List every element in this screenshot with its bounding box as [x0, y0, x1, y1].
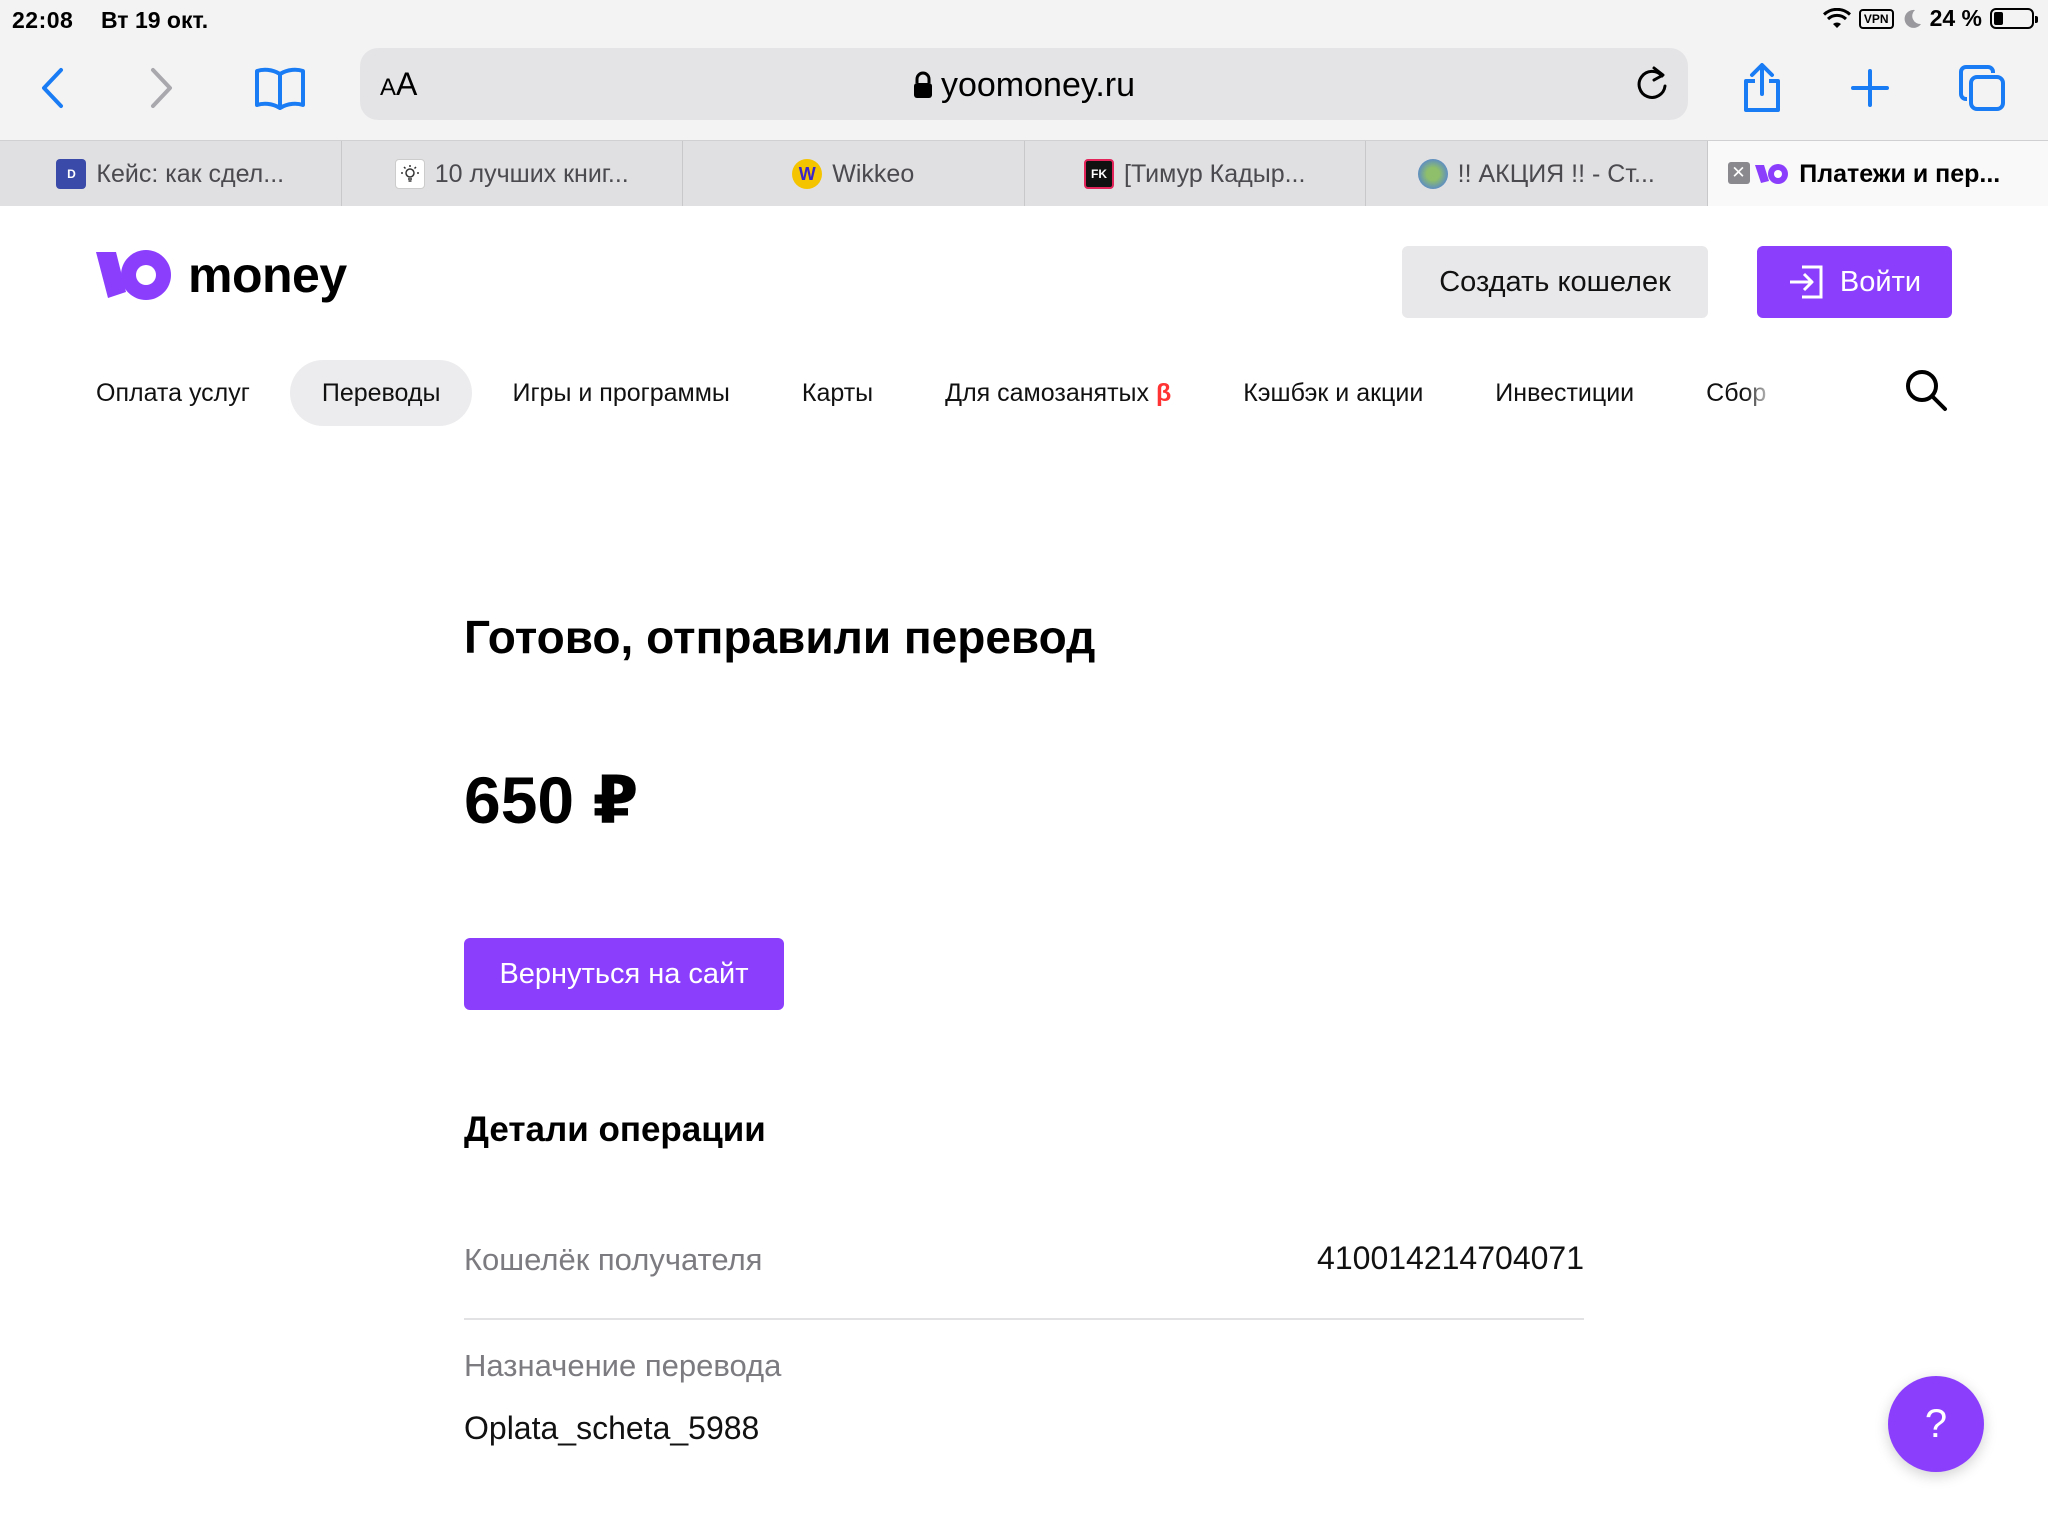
create-wallet-button[interactable]: Создать кошелек [1402, 246, 1708, 318]
detail-value: 410014214704071 [1317, 1240, 1584, 1276]
bookmarks-book-icon[interactable] [248, 56, 312, 120]
browser-tab-active[interactable]: ✕ Платежи и пер... [1707, 141, 2048, 207]
reload-icon[interactable] [1634, 64, 1670, 107]
status-indicators: VPN 24 % [1822, 5, 2038, 32]
logo-text: money [188, 247, 347, 303]
close-tab-icon[interactable]: ✕ [1727, 162, 1750, 184]
nav-item-games[interactable]: Игры и программы [512, 360, 729, 426]
tab-label: Wikkeo [832, 159, 915, 188]
login-arrow-icon [1789, 265, 1823, 299]
battery-percent: 24 % [1929, 5, 1982, 31]
favicon-d-icon: D [56, 159, 87, 189]
wikkeo-logo-icon: W [792, 159, 823, 189]
detail-label: Назначение перевода [464, 1348, 782, 1383]
tabs-overview-icon[interactable] [1950, 56, 2014, 120]
browser-chrome: 22:08 Вт 19 окт. VPN 24 % AA yoomoney.ru… [0, 0, 2048, 207]
transfer-amount: 650 ₽ [464, 763, 639, 837]
nav-item-self-employed[interactable]: Для самозанятых β [945, 360, 1171, 426]
forward-chevron-icon[interactable] [130, 56, 194, 120]
lightbulb-icon [394, 159, 425, 189]
browser-tab[interactable]: !! АКЦИЯ !! - Ст... [1366, 141, 1708, 207]
lock-icon [913, 71, 932, 98]
yoomoney-logo[interactable]: money [96, 246, 347, 304]
tab-label: [Тимур Кадыр... [1124, 159, 1306, 188]
share-icon[interactable] [1730, 56, 1794, 120]
status-time: 22:08 [12, 7, 74, 33]
address-bar[interactable]: AA yoomoney.ru [360, 48, 1688, 120]
vpn-badge: VPN [1858, 8, 1894, 29]
nav-item-cards[interactable]: Карты [802, 360, 873, 426]
details-title: Детали операции [464, 1110, 766, 1149]
detail-row-purpose: Назначение перевода Oplata_scheta_5988 [464, 1348, 1584, 1447]
nav-item-payments[interactable]: Оплата услуг [96, 360, 250, 426]
browser-tab[interactable]: FK [Тимур Кадыр... [1024, 141, 1366, 207]
detail-label: Кошелёк получателя [464, 1242, 763, 1277]
browser-tab[interactable]: W Wikkeo [683, 141, 1025, 207]
tab-bar: D Кейс: как сдел... 10 лучших книг... W … [0, 140, 2048, 207]
status-bar: 22:08 Вт 19 окт. VPN 24 % [0, 0, 2048, 40]
page-content: money Создать кошелек Войти Оплата услуг… [0, 206, 2048, 1536]
moon-icon [1904, 9, 1921, 28]
wifi-icon [1822, 7, 1851, 28]
nav-item-label: Для самозанятых [945, 379, 1150, 407]
plus-icon[interactable] [1838, 56, 1902, 120]
url-text: yoomoney.ru [940, 66, 1136, 104]
browser-toolbar: AA yoomoney.ru [0, 40, 2048, 140]
battery-level [1994, 12, 2003, 25]
back-chevron-icon[interactable] [20, 56, 84, 120]
nav-item-investments[interactable]: Инвестиции [1495, 360, 1634, 426]
login-button[interactable]: Войти [1757, 246, 1952, 318]
search-icon[interactable] [1904, 368, 1948, 417]
battery-icon [1990, 8, 2038, 29]
login-label: Войти [1839, 265, 1922, 298]
tab-label: Кейс: как сдел... [96, 159, 285, 188]
help-button[interactable]: ? [1888, 1376, 1984, 1472]
browser-tab[interactable]: 10 лучших книг... [341, 141, 683, 207]
nav-item-cashback[interactable]: Кэшбэк и акции [1243, 360, 1423, 426]
page-title: Готово, отправили перевод [464, 611, 1096, 663]
detail-row-recipient: Кошелёк получателя 410014214704071 [464, 1232, 1584, 1320]
yoomoney-logo-icon [96, 250, 171, 300]
globe-icon [1417, 159, 1448, 189]
main-nav: Оплата услуг Переводы Игры и программы К… [96, 358, 1776, 428]
browser-tab[interactable]: D Кейс: как сдел... [0, 141, 342, 207]
tab-label: 10 лучших книг... [434, 159, 629, 188]
nav-item-transfers[interactable]: Переводы [289, 360, 473, 426]
fk-logo-icon: FK [1084, 159, 1115, 189]
url-display[interactable]: yoomoney.ru [360, 66, 1688, 105]
nav-item-fundraising[interactable]: Сбор [1706, 360, 1776, 426]
return-to-site-button[interactable]: Вернуться на сайт [464, 938, 784, 1010]
status-date: Вт 19 окт. [101, 7, 209, 33]
detail-value: Oplata_scheta_5988 [464, 1410, 760, 1446]
tab-label: Платежи и пер... [1799, 159, 2001, 188]
yoomoney-favicon-icon [1755, 164, 1789, 184]
beta-badge: β [1155, 379, 1172, 407]
tab-label: !! АКЦИЯ !! - Ст... [1457, 159, 1655, 188]
